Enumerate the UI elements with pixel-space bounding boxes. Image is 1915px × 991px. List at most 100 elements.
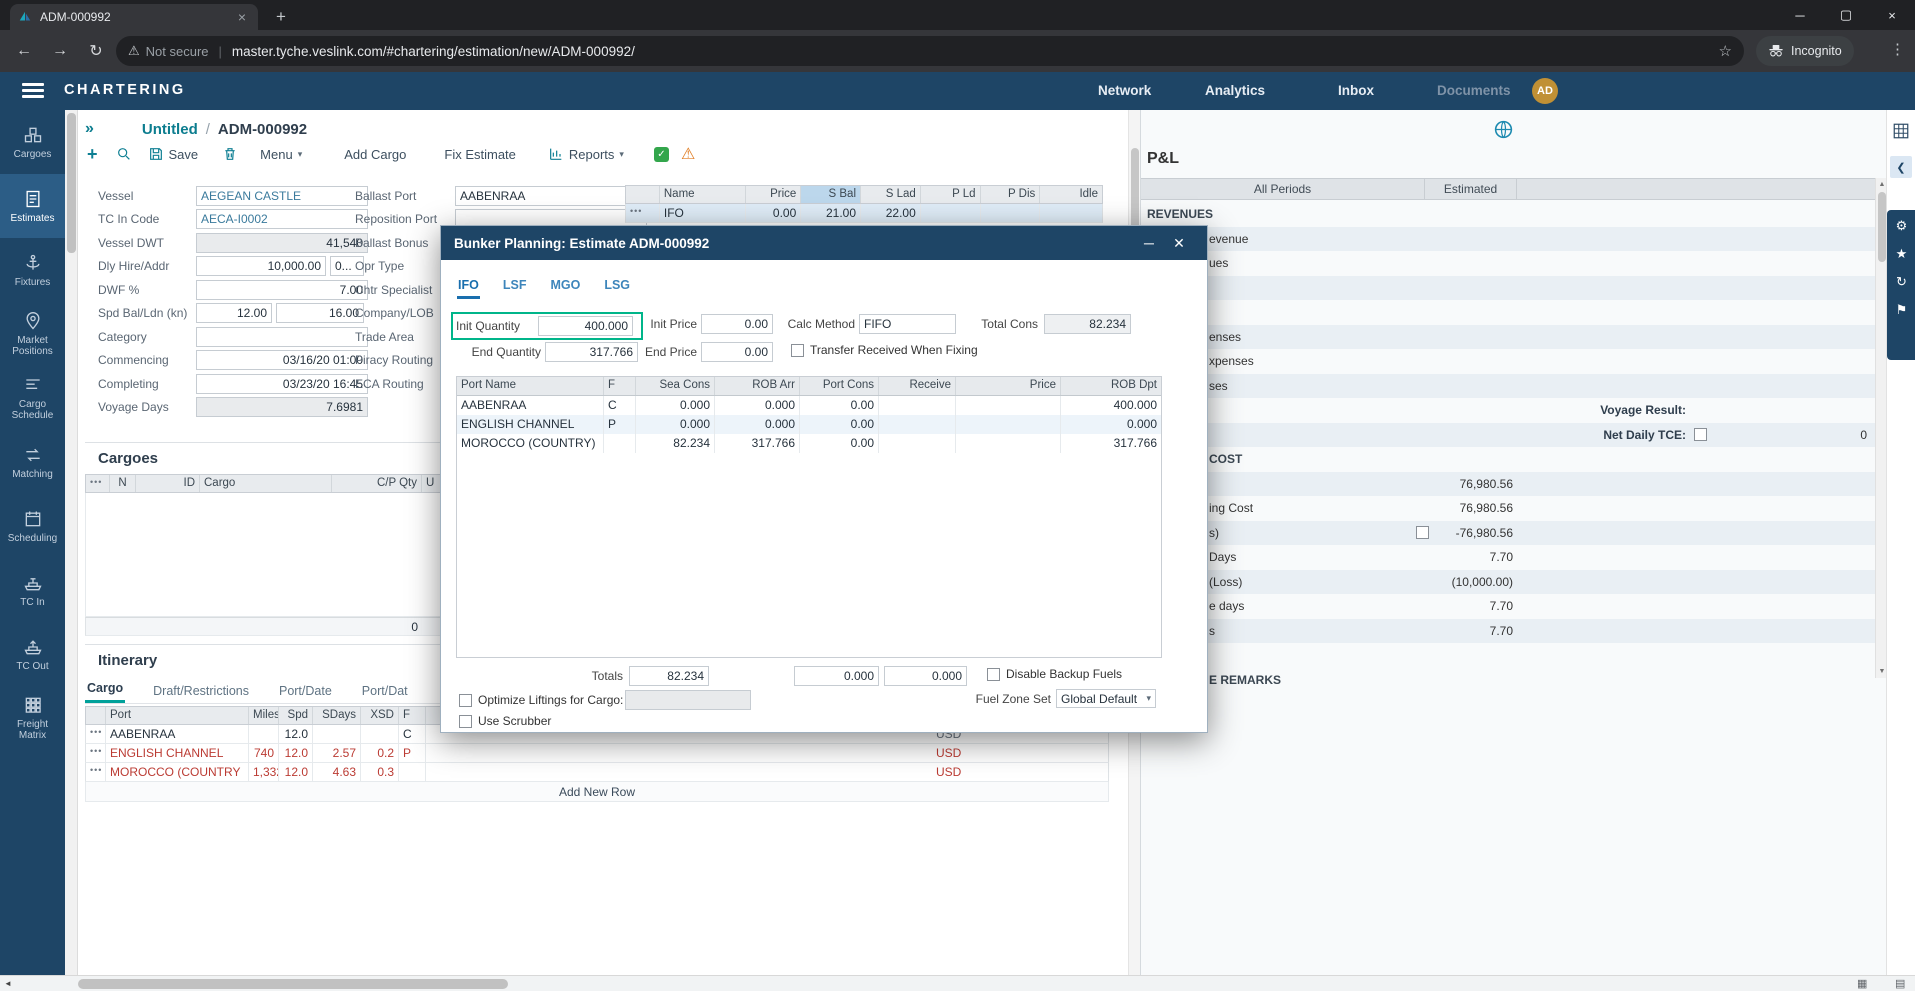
reports-button[interactable]: Reports ▾	[548, 146, 624, 162]
optimize-liftings-option[interactable]: Optimize Liftings for Cargo:	[459, 693, 623, 707]
sidebar-item-estimates[interactable]: Estimates	[0, 174, 65, 238]
refresh-button[interactable]: ↻	[82, 37, 110, 65]
cell-f[interactable]	[604, 434, 636, 453]
row-menu-icon[interactable]: •••	[86, 725, 106, 743]
cell-price[interactable]: 0.00	[746, 204, 802, 222]
cell-sea-cons[interactable]: 0.000	[636, 396, 715, 415]
fuel-grid-row-ifo[interactable]: ••• IFO 0.00 21.00 22.00	[625, 204, 1103, 223]
tab-lsf[interactable]: LSF	[502, 278, 528, 299]
window-close-button[interactable]: ×	[1869, 0, 1915, 30]
end-price-field[interactable]: 0.00	[701, 342, 773, 362]
optimize-cargo-field[interactable]	[625, 690, 751, 710]
bunker-grid-row[interactable]: AABENRAA C 0.000 0.000 0.00 400.000	[457, 396, 1161, 415]
cell-receive[interactable]	[879, 434, 956, 453]
vessel-field[interactable]: AEGEAN CASTLE	[196, 186, 368, 206]
sidebar-item-tc-out[interactable]: TC Out	[0, 622, 65, 686]
nav-item-analytics[interactable]: Analytics	[1205, 83, 1265, 98]
hamburger-menu-icon[interactable]	[22, 83, 44, 99]
nav-item-inbox[interactable]: Inbox	[1338, 83, 1374, 98]
cell-rob-dpt[interactable]: 0.000	[1061, 415, 1161, 434]
cell-rob-arr[interactable]: 0.000	[715, 415, 800, 434]
ballast-port-field[interactable]: AABENRAA	[455, 186, 647, 206]
star-icon[interactable]: ★	[1896, 246, 1908, 262]
cell-receive[interactable]	[879, 415, 956, 434]
cell-spd[interactable]: 12.0	[279, 725, 313, 743]
cell-port-name[interactable]: ENGLISH CHANNEL	[457, 415, 604, 434]
modal-minimize-icon[interactable]: ─	[1134, 226, 1164, 260]
init-price-field[interactable]: 0.00	[701, 314, 773, 334]
optimize-liftings-checkbox[interactable]	[459, 694, 472, 707]
row-menu-icon[interactable]: •••	[86, 763, 106, 781]
cell-rob-dpt[interactable]: 400.000	[1061, 396, 1161, 415]
tab-mgo[interactable]: MGO	[549, 278, 581, 299]
sidebar-item-fixtures[interactable]: Fixtures	[0, 238, 65, 302]
cell-f[interactable]: P	[604, 415, 636, 434]
browser-tab[interactable]: ADM-000992 ×	[10, 4, 258, 30]
cell-receive[interactable]	[879, 396, 956, 415]
row-menu-icon[interactable]: •••	[86, 744, 106, 762]
disable-backup-checkbox[interactable]	[987, 668, 1000, 681]
add-new-row-button[interactable]: Add New Row	[85, 782, 1109, 802]
cell-price[interactable]	[956, 434, 1061, 453]
cell-spd[interactable]: 12.0	[279, 744, 313, 762]
tab-port-date-2[interactable]: Port/Dat	[360, 684, 410, 703]
pnl-col-estimated[interactable]: Estimated	[1425, 179, 1517, 199]
nav-item-network[interactable]: Network	[1098, 83, 1151, 98]
header-menu-icon[interactable]: •••	[86, 475, 110, 492]
fix-estimate-button[interactable]: Fix Estimate	[444, 147, 516, 162]
cell-sea-cons[interactable]: 82.234	[636, 434, 715, 453]
cell-sdays[interactable]: 4.63	[313, 763, 361, 781]
cell-p-dis[interactable]	[981, 204, 1041, 222]
collapse-panel-icon[interactable]: ❮	[1890, 156, 1912, 178]
cell-price[interactable]	[956, 415, 1061, 434]
cell-miles[interactable]	[249, 725, 279, 743]
globe-icon[interactable]	[1493, 119, 1514, 140]
user-avatar[interactable]: AD	[1532, 78, 1558, 104]
tab-close-icon[interactable]: ×	[234, 9, 250, 25]
cell-name[interactable]: IFO	[660, 204, 746, 222]
browser-menu-icon[interactable]: ⋮	[1890, 40, 1906, 58]
expand-panel-icon[interactable]: »	[85, 120, 94, 138]
modal-header[interactable]: Bunker Planning: Estimate ADM-000992 ─ ✕	[441, 226, 1207, 260]
spd-ballast-field[interactable]: 12.00	[196, 303, 272, 323]
cell-currency[interactable]: USD	[932, 744, 994, 762]
cell-rob-arr[interactable]: 317.766	[715, 434, 800, 453]
add-cargo-button[interactable]: Add Cargo	[344, 147, 406, 162]
tce-checkbox[interactable]	[1694, 428, 1707, 441]
cell-port-cons[interactable]: 0.00	[800, 396, 879, 415]
cell-sdays[interactable]	[313, 725, 361, 743]
spd-laden-field[interactable]: 16.00	[276, 303, 364, 323]
cell-currency[interactable]: USD	[932, 763, 994, 781]
modal-close-icon[interactable]: ✕	[1164, 226, 1194, 260]
cell-rob-arr[interactable]: 0.000	[715, 396, 800, 415]
cell-f[interactable]	[399, 763, 426, 781]
cell-s-bal[interactable]: 21.00	[801, 204, 861, 222]
cell-port[interactable]: MOROCCO (COUNTRY	[106, 763, 249, 781]
bottom-grid-icon[interactable]: ▦	[1857, 977, 1867, 990]
category-field[interactable]	[196, 327, 368, 347]
menu-button[interactable]: Menu ▾	[260, 147, 302, 162]
url-box[interactable]: ⚠ Not secure | master.tyche.veslink.com/…	[116, 36, 1744, 66]
cell-port[interactable]: AABENRAA	[106, 725, 249, 743]
forward-button[interactable]: →	[46, 37, 74, 65]
sidebar-item-freight-matrix[interactable]: Freight Matrix	[0, 686, 65, 750]
cell-spd[interactable]: 12.0	[279, 763, 313, 781]
cell-port-cons[interactable]: 0.00	[800, 415, 879, 434]
save-button[interactable]: Save	[148, 146, 199, 162]
delete-button[interactable]	[222, 146, 238, 162]
cell-idle[interactable]	[1040, 204, 1102, 222]
sidebar-item-cargoes[interactable]: Cargoes	[0, 110, 65, 174]
tab-ifo[interactable]: IFO	[457, 278, 480, 299]
new-tab-button[interactable]: +	[268, 5, 294, 29]
itinerary-row[interactable]: ••• ENGLISH CHANNEL 740 12.0 2.57 0.2 P …	[85, 744, 1109, 763]
use-scrubber-option[interactable]: Use Scrubber	[459, 714, 551, 728]
sidebar-item-market-positions[interactable]: Market Positions	[0, 302, 65, 366]
cell-sdays[interactable]: 2.57	[313, 744, 361, 762]
sidebar-scrollbar[interactable]	[65, 110, 78, 975]
nav-item-documents[interactable]: Documents	[1437, 83, 1511, 98]
end-quantity-field[interactable]: 317.766	[545, 342, 638, 362]
cell-sea-cons[interactable]: 0.000	[636, 415, 715, 434]
bunker-grid-row[interactable]: MOROCCO (COUNTRY) 82.234 317.766 0.00 31…	[457, 434, 1161, 453]
warning-icon[interactable]: ⚠	[681, 144, 695, 164]
cell-xsd[interactable]: 0.2	[361, 744, 399, 762]
